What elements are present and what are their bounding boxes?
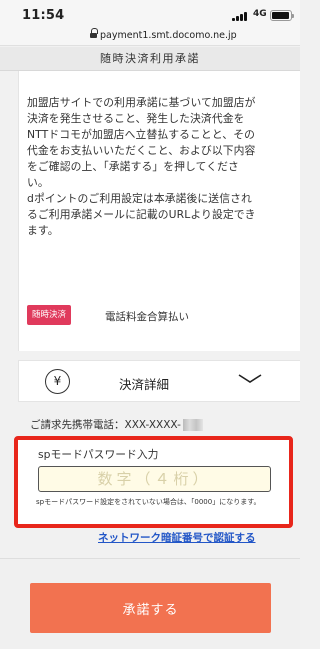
- chevron-down-icon[interactable]: [238, 374, 262, 384]
- accept-button[interactable]: 承諾する: [30, 583, 271, 633]
- payment-method: 電話料金合算払い: [105, 311, 189, 323]
- battery-icon: [270, 10, 294, 21]
- payment-type-badge: 随時決済: [27, 305, 72, 325]
- password-section: spモードパスワード入力 spモードパスワード設定をされていない場合は、「000…: [14, 436, 293, 528]
- consent-text: 加盟店サイトでの利用承諾に基づいて加盟店が 決済を発生させること、発生した決済代…: [27, 96, 256, 237]
- payment-details-label: 決済詳細: [119, 377, 170, 392]
- page-title: 随時決済利用承諾: [100, 52, 200, 65]
- lock-icon: [90, 28, 98, 39]
- browser-url[interactable]: payment1.smt.docomo.ne.jp: [100, 30, 237, 41]
- footer: 承諾する: [0, 558, 300, 649]
- signal-icon: [232, 11, 250, 21]
- status-time: 11:54: [22, 8, 65, 23]
- status-bar: 11:54 4G: [0, 0, 300, 26]
- consent-card: 加盟店サイトでの利用承諾に基づいて加盟店が 決済を発生させること、発生した決済代…: [18, 71, 300, 351]
- masked-number: [182, 419, 203, 431]
- payment-details-toggle[interactable]: ¥ 決済詳細: [18, 360, 300, 402]
- password-input[interactable]: [38, 466, 271, 492]
- billing-phone: ご請求先携帯電話：XXX-XXXX-: [30, 417, 203, 432]
- browser-address-bar[interactable]: payment1.smt.docomo.ne.jp: [0, 26, 300, 46]
- network-pin-auth-link[interactable]: ネットワーク暗証番号で認証する: [98, 530, 256, 545]
- password-note: spモードパスワード設定をされていない場合は、「0000」になります。: [36, 498, 261, 506]
- page-header: 随時決済利用承諾: [0, 47, 300, 71]
- password-label: spモードパスワード入力: [38, 448, 159, 461]
- billing-phone-label: ご請求先携帯電話：XXX-XXXX-: [30, 419, 181, 431]
- yen-icon: ¥: [45, 369, 70, 394]
- network-type: 4G: [253, 9, 267, 19]
